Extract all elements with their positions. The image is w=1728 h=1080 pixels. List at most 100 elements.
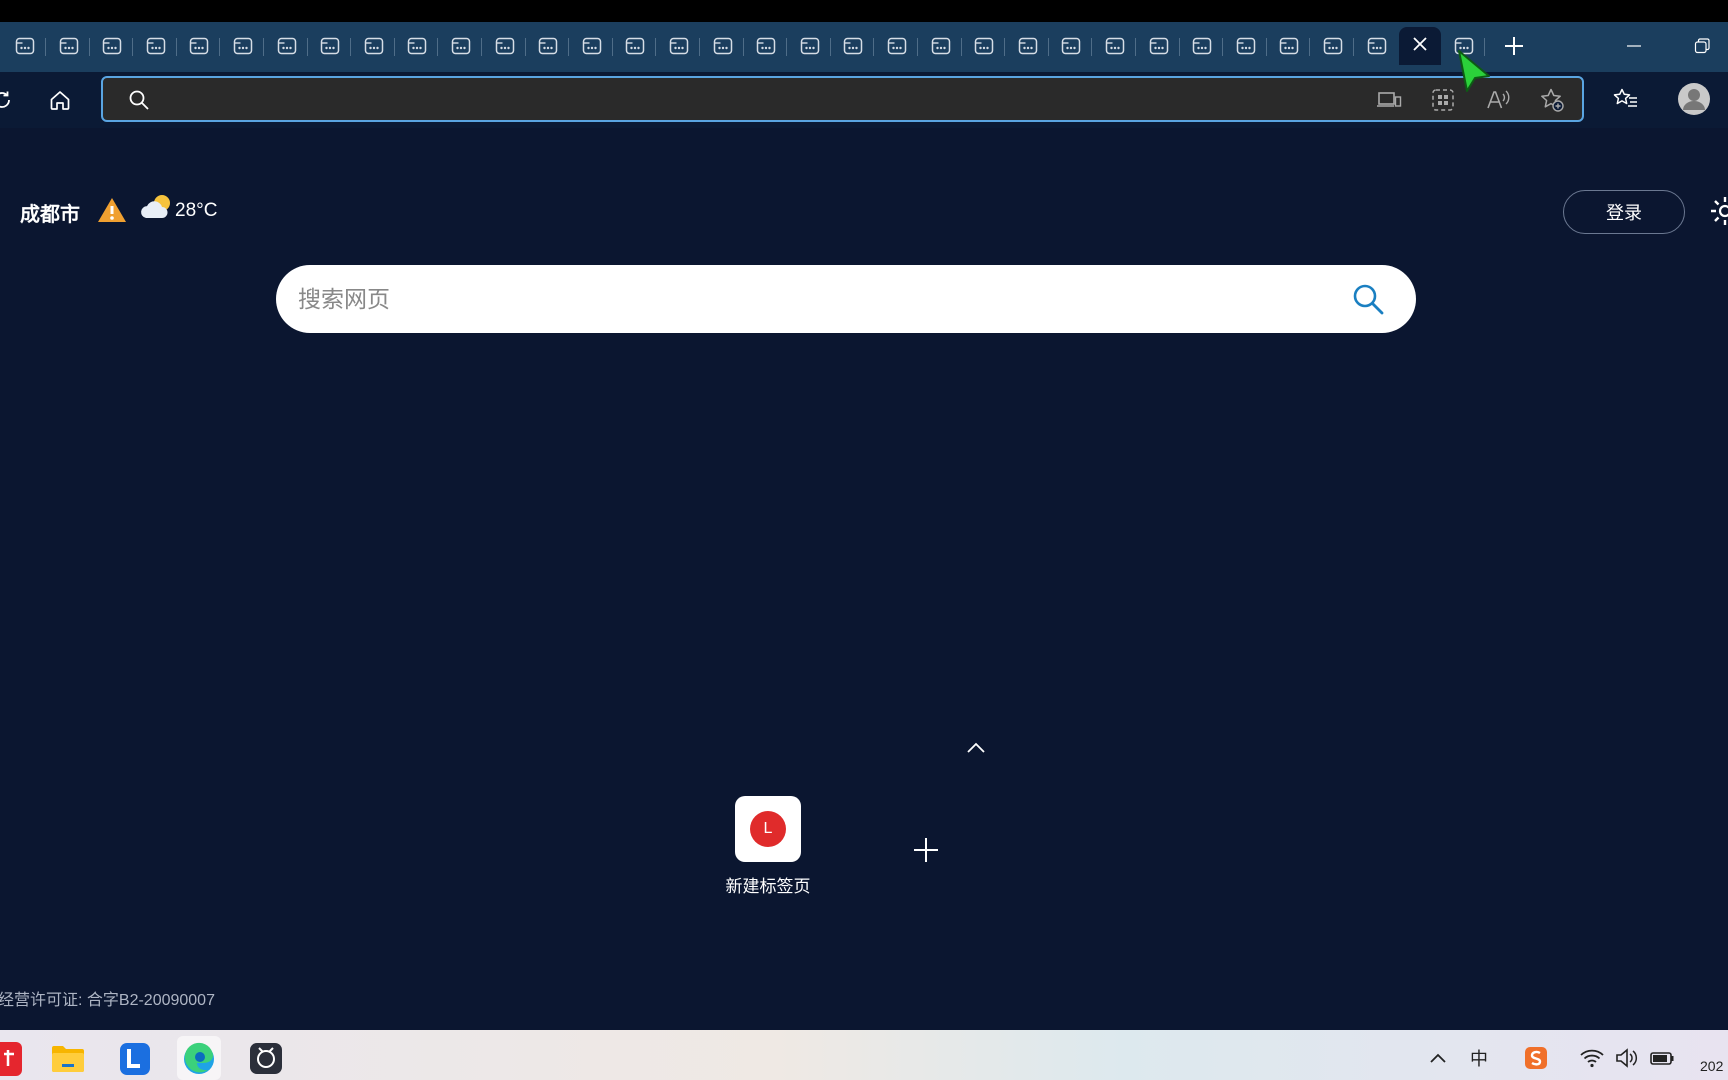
address-search-icon — [121, 82, 157, 118]
dictionary-app-icon[interactable] — [0, 1036, 26, 1080]
tab[interactable] — [658, 27, 700, 65]
tab-separator — [350, 38, 352, 56]
new-tab-button[interactable] — [1494, 28, 1534, 64]
weather-alert-icon[interactable] — [96, 196, 128, 229]
tab[interactable] — [1007, 27, 1049, 65]
input-method-indicator[interactable]: 中 — [1465, 1044, 1493, 1072]
tab[interactable] — [832, 27, 875, 65]
tab-separator — [88, 38, 90, 56]
show-hidden-icons-chevron-icon[interactable] — [1424, 1044, 1452, 1072]
tab[interactable] — [1138, 27, 1180, 65]
tab-page-icon — [1018, 37, 1038, 55]
settings-gear-icon[interactable] — [1708, 194, 1728, 233]
tab-separator — [132, 38, 134, 56]
web-search-input[interactable] — [298, 281, 1298, 317]
home-icon — [50, 91, 70, 110]
tab-separator — [175, 38, 177, 56]
tab[interactable] — [1356, 27, 1398, 65]
login-button[interactable]: 登录 — [1563, 190, 1685, 234]
license-footer: 经营许可证: 合字B2-20090007 — [0, 992, 215, 1009]
tab[interactable] — [91, 27, 134, 65]
address-input[interactable] — [177, 84, 1377, 114]
tab-separator — [611, 38, 613, 56]
tab[interactable] — [48, 27, 90, 65]
tab-page-icon — [495, 37, 515, 55]
tab-page-icon — [1061, 37, 1081, 55]
tab[interactable] — [353, 27, 395, 65]
tab-page-icon — [146, 37, 166, 55]
tab-separator — [306, 38, 308, 56]
tab[interactable] — [963, 27, 1006, 65]
edge-browser-icon[interactable] — [177, 1036, 221, 1080]
tab-separator — [568, 38, 570, 56]
favorites-button[interactable] — [1606, 79, 1646, 119]
quick-link-logo: L — [750, 811, 786, 847]
tab[interactable] — [702, 27, 744, 65]
tab[interactable] — [920, 27, 962, 65]
volume-icon[interactable] — [1612, 1044, 1640, 1072]
tab-separator — [45, 38, 46, 56]
tab-page-icon — [407, 37, 427, 55]
tab-separator — [1135, 38, 1136, 56]
tab[interactable] — [614, 27, 657, 65]
taskbar-clock[interactable]: 202 — [1700, 1058, 1723, 1074]
add-quick-link-button[interactable] — [910, 834, 942, 866]
tab[interactable] — [571, 27, 613, 65]
tab-page-icon — [15, 37, 35, 55]
tab[interactable] — [178, 27, 221, 65]
profile-button[interactable] — [1674, 79, 1714, 119]
tab-page-icon — [974, 37, 994, 55]
tab[interactable] — [1225, 27, 1267, 65]
tab[interactable] — [1094, 27, 1136, 65]
refresh-button[interactable] — [0, 80, 22, 120]
tab[interactable] — [4, 27, 46, 65]
tab-page-icon — [1236, 37, 1256, 55]
tab-separator — [786, 38, 788, 56]
tab-page-icon — [625, 37, 645, 55]
favorites-list-icon — [1613, 88, 1637, 107]
tab[interactable] — [527, 27, 570, 65]
search-submit-button[interactable] — [1350, 281, 1386, 317]
tab[interactable] — [745, 27, 788, 65]
tab[interactable] — [222, 27, 264, 65]
lenovo-app-icon[interactable] — [112, 1036, 156, 1080]
tab[interactable] — [396, 27, 439, 65]
battery-icon[interactable] — [1648, 1044, 1676, 1072]
app-icon[interactable] — [244, 1036, 288, 1080]
close-tab-icon[interactable] — [1412, 36, 1428, 57]
wifi-icon[interactable] — [1578, 1044, 1606, 1072]
tab-separator — [1091, 38, 1093, 56]
tab[interactable] — [1181, 27, 1224, 65]
tab-separator — [393, 38, 395, 56]
tab[interactable] — [876, 27, 918, 65]
screen-top-border — [0, 0, 1728, 22]
address-bar[interactable] — [101, 76, 1584, 122]
avatar — [1678, 83, 1710, 115]
quick-link-tile[interactable]: L 新建标签页 — [712, 796, 824, 897]
restore-button[interactable] — [1674, 28, 1728, 64]
add-favorite-icon[interactable] — [1534, 82, 1570, 118]
tab[interactable] — [1312, 27, 1354, 65]
tab[interactable] — [309, 27, 352, 65]
tab-page-icon — [102, 37, 122, 55]
tab-page-icon — [843, 37, 863, 55]
sogou-input-icon[interactable] — [1522, 1044, 1550, 1072]
tab[interactable] — [440, 27, 482, 65]
device-icon[interactable] — [1371, 82, 1407, 118]
home-button[interactable] — [40, 80, 80, 120]
tab[interactable] — [1050, 27, 1093, 65]
tab[interactable] — [1268, 27, 1311, 65]
collapse-chevron-up-icon[interactable] — [964, 736, 988, 760]
file-explorer-icon[interactable] — [46, 1036, 90, 1080]
tab[interactable] — [789, 27, 831, 65]
weather-city[interactable]: 成都市 — [20, 198, 80, 227]
tab[interactable] — [484, 27, 526, 65]
tab-active[interactable] — [1399, 27, 1442, 65]
web-search-box[interactable] — [276, 265, 1416, 333]
tab[interactable] — [135, 27, 177, 65]
tab-page-icon — [887, 37, 907, 55]
tab-separator — [1047, 38, 1049, 56]
minimize-button[interactable] — [1606, 28, 1662, 64]
tab[interactable] — [266, 27, 308, 65]
tab-page-icon — [1192, 37, 1212, 55]
